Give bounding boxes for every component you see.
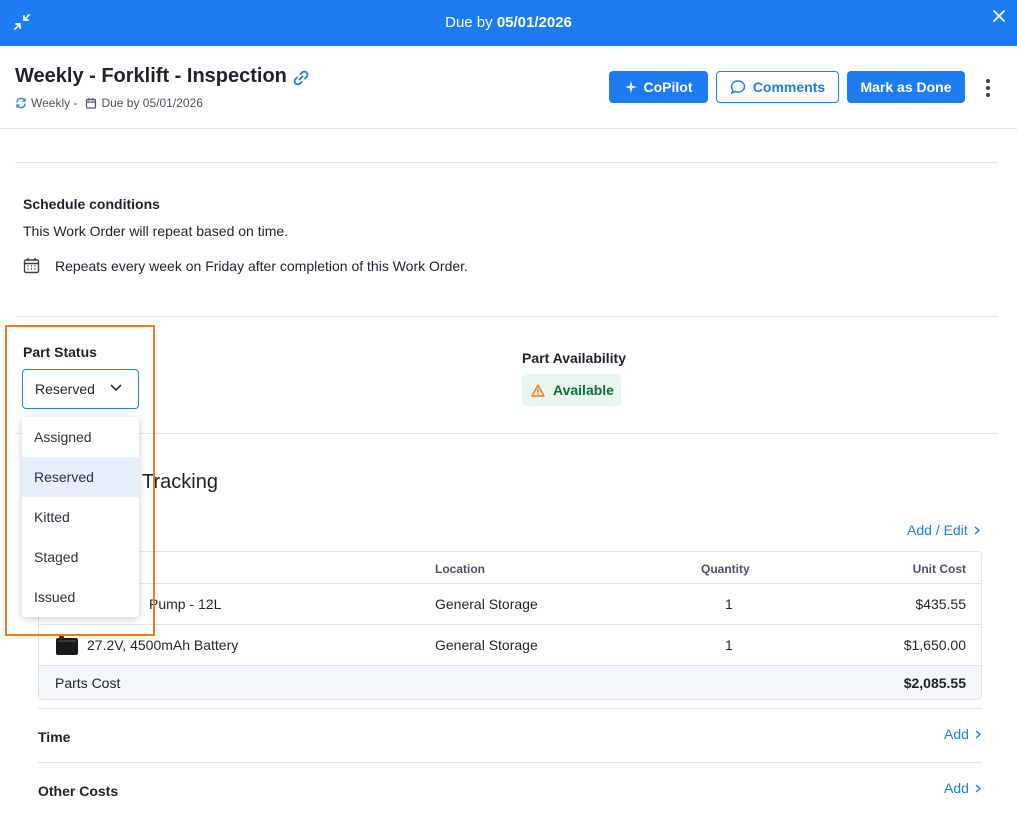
page-title: Weekly - Forklift - Inspection <box>15 65 287 87</box>
part-location: General Storage <box>435 637 538 653</box>
part-status-selected-value: Reserved <box>35 381 95 397</box>
part-quantity: 1 <box>725 596 733 612</box>
comment-icon <box>730 80 746 95</box>
chevron-down-icon <box>110 384 122 392</box>
divider <box>38 762 982 763</box>
divider <box>15 316 998 317</box>
option-issued[interactable]: Issued <box>22 577 139 617</box>
parts-tracking-heading: Tracking <box>142 471 218 493</box>
part-status-label: Part Status <box>23 344 97 360</box>
work-order-header: Weekly - Forklift - Inspection Weekly - … <box>0 46 1017 129</box>
part-location: General Storage <box>435 596 538 612</box>
part-status-dropdown: Assigned Reserved Kitted Staged Issued <box>22 417 139 617</box>
chevron-right-icon <box>975 783 981 793</box>
add-other-costs-link[interactable]: Add <box>944 780 981 796</box>
battery-icon <box>56 636 78 655</box>
calendar-icon <box>23 258 40 274</box>
work-order-meta: Weekly - Due by 05/01/2026 <box>15 96 203 110</box>
part-status-select[interactable]: Reserved <box>22 369 139 409</box>
divider <box>15 162 998 163</box>
sparkle-icon <box>624 81 637 93</box>
recurrence-text: Weekly - <box>31 96 78 110</box>
availability-badge: Available <box>522 374 621 406</box>
time-section-label: Time <box>38 729 71 745</box>
parts-cost-value: $2,085.55 <box>903 675 966 691</box>
option-kitted[interactable]: Kitted <box>22 497 139 537</box>
comments-button[interactable]: Comments <box>716 71 839 103</box>
chevron-right-icon <box>974 525 980 535</box>
copilot-button[interactable]: CoPilot <box>609 71 708 103</box>
add-edit-parts-link[interactable]: Add / Edit <box>907 522 980 538</box>
part-unit-cost: $1,650.00 <box>903 637 966 653</box>
part-quantity: 1 <box>725 637 733 653</box>
close-icon[interactable] <box>991 8 1007 24</box>
schedule-repeat-row: Repeats every week on Friday after compl… <box>23 257 468 274</box>
warning-icon <box>531 383 545 397</box>
mark-as-done-button[interactable]: Mark as Done <box>847 71 965 103</box>
schedule-conditions-heading: Schedule conditions <box>23 196 160 212</box>
option-assigned[interactable]: Assigned <box>22 417 139 457</box>
parts-cost-total-row: Parts Cost $2,085.55 <box>39 665 981 699</box>
part-name: Pump - 12L <box>149 596 222 612</box>
more-options-icon[interactable] <box>978 77 998 99</box>
parts-cost-label: Parts Cost <box>55 675 121 691</box>
column-header-unit-cost: Unit Cost <box>912 562 966 576</box>
divider <box>38 708 982 709</box>
divider <box>15 433 998 434</box>
due-date-text: Due by 05/01/2026 <box>101 96 203 110</box>
calendar-icon <box>86 98 97 109</box>
part-unit-cost: $435.55 <box>915 596 966 612</box>
repeat-icon <box>16 97 26 109</box>
table-row[interactable]: 27.2V, 4500mAh Battery General Storage 1… <box>39 624 981 665</box>
schedule-description: This Work Order will repeat based on tim… <box>23 223 289 239</box>
part-name: 27.2V, 4500mAh Battery <box>87 637 239 653</box>
due-banner-text: Due by 05/01/2026 <box>445 14 572 31</box>
option-staged[interactable]: Staged <box>22 537 139 577</box>
table-row[interactable]: Pump - 12L General Storage 1 $435.55 <box>39 583 981 624</box>
parts-table: Location Quantity Unit Cost Pump - 12L G… <box>38 551 982 700</box>
part-availability-label: Part Availability <box>522 350 627 366</box>
chevron-right-icon <box>975 729 981 739</box>
schedule-repeat-text: Repeats every week on Friday after compl… <box>55 257 468 274</box>
option-reserved[interactable]: Reserved <box>22 457 139 497</box>
link-icon[interactable] <box>291 68 311 88</box>
add-time-link[interactable]: Add <box>944 726 981 742</box>
column-header-location: Location <box>435 562 485 576</box>
column-header-quantity: Quantity <box>701 562 750 576</box>
other-costs-section-label: Other Costs <box>38 783 119 799</box>
due-banner: Due by 05/01/2026 <box>0 0 1017 46</box>
